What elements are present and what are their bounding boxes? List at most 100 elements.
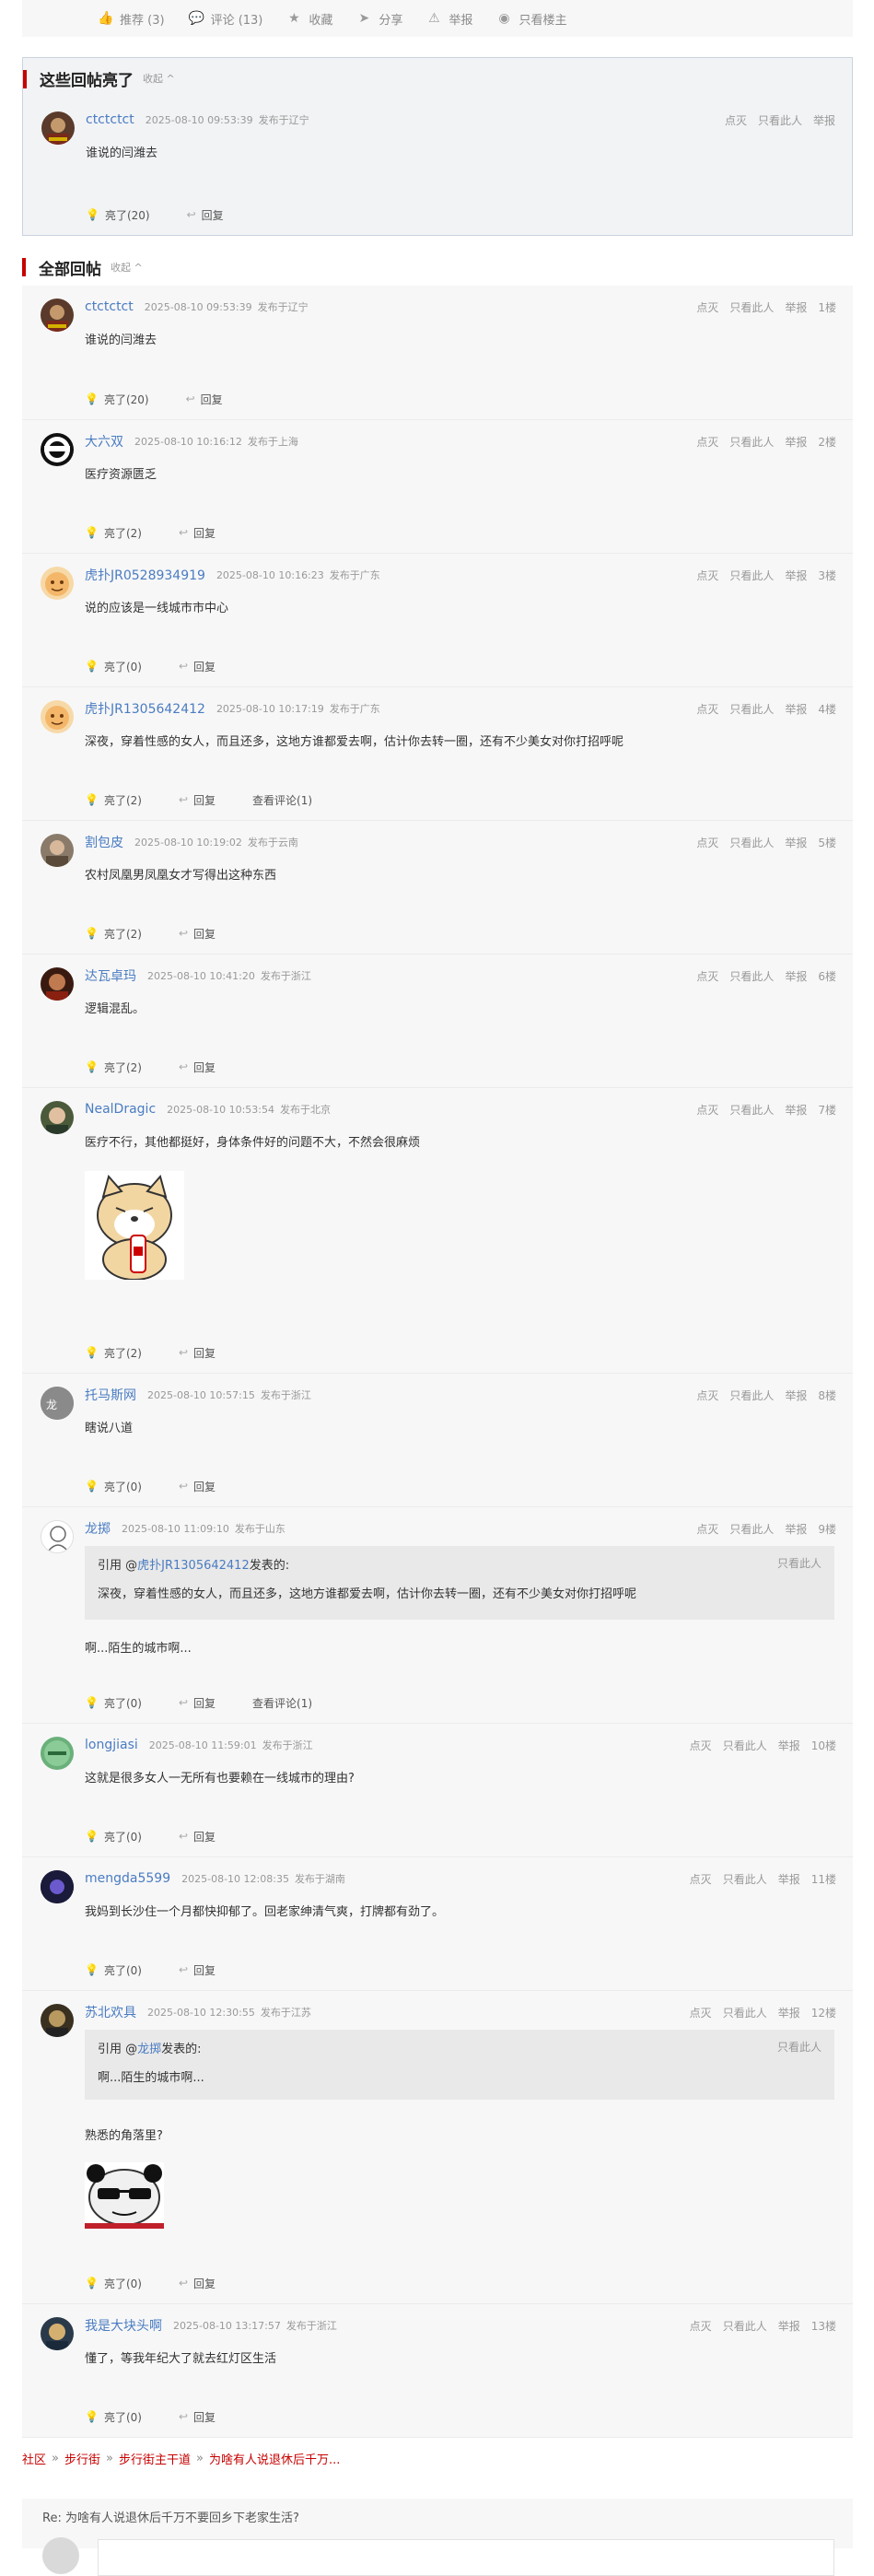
report-link[interactable]: 举报 (778, 2318, 800, 2334)
only-this-user-button[interactable]: 只看此人 (729, 835, 774, 850)
only-this-user-button[interactable]: 只看此人 (729, 434, 774, 450)
breadcrumb-thread[interactable]: 为啥有人说退休后千万... (209, 2450, 340, 2467)
light-button[interactable]: 💡 亮了(0) (85, 1962, 142, 1978)
dislike-button[interactable]: 点灭 (696, 568, 718, 583)
quoted-username[interactable]: 虎扑JR1305642412 (137, 1555, 250, 1573)
reply-button[interactable]: ↩ 回复 (179, 2276, 216, 2291)
report-link[interactable]: 举报 (813, 112, 835, 128)
username[interactable]: 托马斯网 (85, 1386, 136, 1404)
avatar[interactable] (41, 2004, 74, 2037)
report-link[interactable]: 举报 (785, 299, 807, 315)
avatar[interactable] (41, 433, 74, 466)
share-button[interactable]: ➤ 分享 (356, 10, 403, 28)
only-this-user-button[interactable]: 只看此人 (729, 701, 774, 717)
username[interactable]: 割包皮 (85, 833, 123, 851)
only-this-user-button[interactable]: 只看此人 (758, 112, 802, 128)
breadcrumb-main-board[interactable]: 步行街主干道 (119, 2450, 191, 2467)
light-button[interactable]: 💡 亮了(0) (85, 1479, 142, 1494)
breadcrumb-buxingjie[interactable]: 步行街 (64, 2450, 100, 2467)
reply-button[interactable]: ↩ 回复 (179, 1479, 216, 1494)
avatar[interactable] (41, 2317, 74, 2350)
username[interactable]: 龙掷 (85, 1519, 111, 1538)
only-this-user-button[interactable]: 只看此人 (729, 1388, 774, 1403)
avatar[interactable] (41, 299, 74, 332)
recommend-button[interactable]: 👍 推荐 (3) (98, 10, 165, 28)
view-comments-link[interactable]: 查看评论(1) (252, 792, 312, 808)
dislike-button[interactable]: 点灭 (690, 2005, 712, 2020)
reply-button[interactable]: ↩ 回复 (179, 1829, 216, 1844)
avatar[interactable]: 龙 (41, 1387, 74, 1420)
dislike-button[interactable]: 点灭 (696, 434, 718, 450)
reply-button[interactable]: ↩ 回复 (179, 926, 216, 942)
light-button[interactable]: 💡 亮了(0) (85, 659, 142, 674)
light-button[interactable]: 💡 亮了(0) (85, 1829, 142, 1844)
report-link[interactable]: 举报 (778, 2005, 800, 2020)
only-this-user-button[interactable]: 只看此人 (777, 1555, 822, 1573)
avatar[interactable] (41, 1101, 74, 1134)
dislike-button[interactable]: 点灭 (690, 1738, 712, 1753)
report-link[interactable]: 举报 (785, 568, 807, 583)
report-link[interactable]: 举报 (778, 1738, 800, 1753)
username[interactable]: 达瓦卓玛 (85, 966, 136, 985)
report-link[interactable]: 举报 (785, 1102, 807, 1118)
username[interactable]: 虎扑JR0528934919 (85, 566, 205, 584)
username[interactable]: ctctctct (85, 299, 134, 314)
only-op-button[interactable]: ◉ 只看楼主 (496, 10, 566, 28)
only-this-user-button[interactable]: 只看此人 (723, 1738, 767, 1753)
reply-button[interactable]: ↩ 回复 (179, 659, 216, 674)
username[interactable]: 虎扑JR1305642412 (85, 699, 205, 718)
reply-button[interactable]: ↩ 回复 (179, 525, 216, 541)
report-link[interactable]: 举报 (778, 1871, 800, 1887)
username[interactable]: 我是大块头啊 (85, 2316, 162, 2335)
report-button[interactable]: ⚠ 举报 (426, 10, 472, 28)
username[interactable]: ctctctct (86, 112, 134, 127)
light-button[interactable]: 💡 亮了(0) (85, 2276, 142, 2291)
light-button[interactable]: 💡 亮了(20) (86, 207, 150, 223)
reply-input[interactable] (98, 2539, 834, 2576)
light-button[interactable]: 💡 亮了(2) (85, 792, 142, 808)
dislike-button[interactable]: 点灭 (696, 1388, 718, 1403)
only-this-user-button[interactable]: 只看此人 (723, 1871, 767, 1887)
quoted-username[interactable]: 龙掷 (137, 2039, 161, 2056)
avatar[interactable] (41, 967, 74, 1001)
dislike-button[interactable]: 点灭 (696, 835, 718, 850)
light-button[interactable]: 💡 亮了(2) (85, 1345, 142, 1361)
avatar[interactable] (41, 700, 74, 733)
only-this-user-button[interactable]: 只看此人 (729, 299, 774, 315)
avatar[interactable] (41, 1520, 74, 1553)
dislike-button[interactable]: 点灭 (725, 112, 747, 128)
reply-button[interactable]: ↩ 回复 (186, 392, 223, 407)
light-button[interactable]: 💡 亮了(0) (85, 1695, 142, 1711)
avatar[interactable] (41, 834, 74, 867)
username[interactable]: mengda5599 (85, 1871, 170, 1886)
light-button[interactable]: 💡 亮了(0) (85, 2409, 142, 2425)
only-this-user-button[interactable]: 只看此人 (723, 2005, 767, 2020)
dislike-button[interactable]: 点灭 (690, 2318, 712, 2334)
avatar[interactable] (41, 1870, 74, 1903)
only-this-user-button[interactable]: 只看此人 (729, 1521, 774, 1537)
collapse-toggle[interactable]: 收起 ^ (111, 260, 143, 275)
favorite-button[interactable]: ★ 收藏 (286, 10, 332, 28)
reply-button[interactable]: ↩ 回复 (179, 1962, 216, 1978)
username[interactable]: 苏北欢具 (85, 2003, 136, 2021)
comment-button[interactable]: 💬 评论 (13) (189, 10, 263, 28)
reply-button[interactable]: ↩ 回复 (187, 207, 224, 223)
username[interactable]: longjiasi (85, 1738, 138, 1752)
breadcrumb-community[interactable]: 社区 (22, 2450, 46, 2467)
only-this-user-button[interactable]: 只看此人 (729, 568, 774, 583)
light-button[interactable]: 💡 亮了(2) (85, 525, 142, 541)
only-this-user-button[interactable]: 只看此人 (729, 968, 774, 984)
reply-button[interactable]: ↩ 回复 (179, 2409, 216, 2425)
avatar[interactable] (41, 1737, 74, 1770)
dislike-button[interactable]: 点灭 (696, 1102, 718, 1118)
only-this-user-button[interactable]: 只看此人 (729, 1102, 774, 1118)
sticker-image[interactable] (85, 2162, 164, 2229)
only-this-user-button[interactable]: 只看此人 (777, 2039, 822, 2056)
dislike-button[interactable]: 点灭 (696, 299, 718, 315)
collapse-toggle[interactable]: 收起 ^ (143, 71, 175, 86)
light-button[interactable]: 💡 亮了(20) (85, 392, 149, 407)
dislike-button[interactable]: 点灭 (696, 701, 718, 717)
report-link[interactable]: 举报 (785, 1521, 807, 1537)
dislike-button[interactable]: 点灭 (696, 968, 718, 984)
dislike-button[interactable]: 点灭 (696, 1521, 718, 1537)
